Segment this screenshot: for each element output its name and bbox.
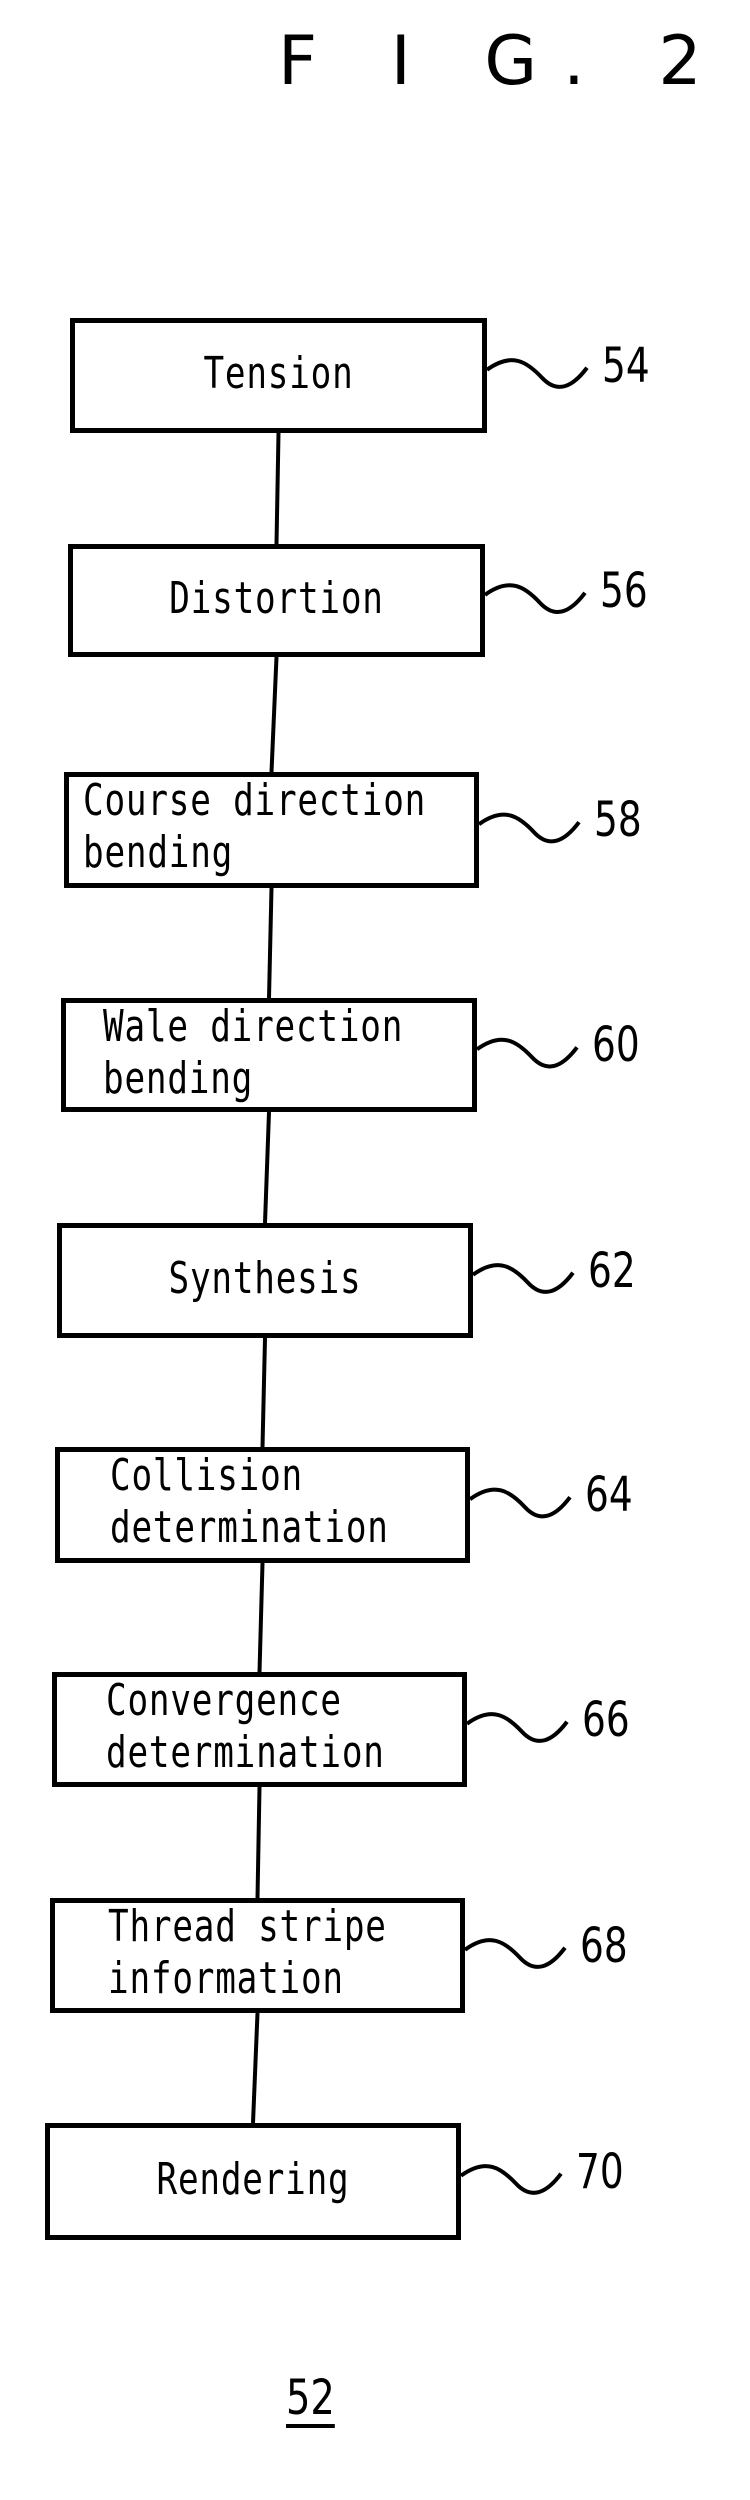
reference-number: 64 bbox=[585, 1467, 633, 1524]
leader-line bbox=[468, 1487, 572, 1519]
reference-number: 68 bbox=[580, 1917, 628, 1974]
reference-number: 54 bbox=[602, 337, 650, 394]
leader-line bbox=[477, 812, 581, 844]
step-box: Synthesis bbox=[57, 1223, 473, 1338]
reference-number: 58 bbox=[594, 792, 642, 849]
flow-connector bbox=[255, 1786, 262, 1899]
reference-number: 56 bbox=[600, 562, 648, 619]
step-box: Collision determination bbox=[55, 1447, 470, 1563]
step-label: Thread stripe information bbox=[108, 1901, 387, 2004]
flow-connector bbox=[274, 432, 281, 545]
step-box: Thread stripe information bbox=[50, 1898, 465, 2013]
flow-connector bbox=[257, 1562, 265, 1673]
leader-line bbox=[465, 1712, 569, 1743]
step-box: Wale direction bending bbox=[61, 998, 477, 1112]
leader-line bbox=[475, 1037, 579, 1069]
step-box: Distortion bbox=[68, 544, 485, 657]
step-label: Collision determination bbox=[110, 1450, 389, 1553]
step-label: Convergence determination bbox=[106, 1675, 385, 1778]
flow-connector bbox=[269, 656, 279, 773]
reference-number: 70 bbox=[576, 2143, 624, 2200]
reference-number: 66 bbox=[582, 1691, 630, 1748]
step-label: Synthesis bbox=[168, 1252, 362, 1304]
step-label: Rendering bbox=[156, 2153, 350, 2205]
flow-connector bbox=[251, 2012, 260, 2124]
flow-connector bbox=[267, 887, 274, 999]
flow-diagram: F I G. 2 Tension 54 Distortion 56 Course dir… bbox=[0, 0, 750, 2500]
reference-number: 62 bbox=[588, 1242, 636, 1299]
step-label: Wale direction bending bbox=[103, 1001, 404, 1104]
step-box: Course direction bending bbox=[64, 772, 479, 888]
step-label: Distortion bbox=[169, 572, 384, 624]
flow-connector bbox=[263, 1111, 271, 1224]
step-box: Rendering bbox=[45, 2123, 461, 2240]
step-label: Tension bbox=[203, 347, 354, 399]
step-box: Tension bbox=[70, 318, 487, 433]
leader-line bbox=[483, 583, 587, 614]
leader-line bbox=[459, 2164, 563, 2195]
leader-line bbox=[471, 1263, 575, 1294]
leader-line bbox=[463, 1938, 567, 1969]
reference-number: 60 bbox=[592, 1017, 640, 1074]
flow-connector bbox=[260, 1337, 267, 1448]
leader-line bbox=[485, 358, 589, 389]
figure-title: F I G. 2 bbox=[278, 22, 728, 101]
step-box: Convergence determination bbox=[52, 1672, 467, 1787]
diagram-reference-number: 52 bbox=[286, 2370, 335, 2428]
step-label: Course direction bending bbox=[83, 775, 427, 878]
